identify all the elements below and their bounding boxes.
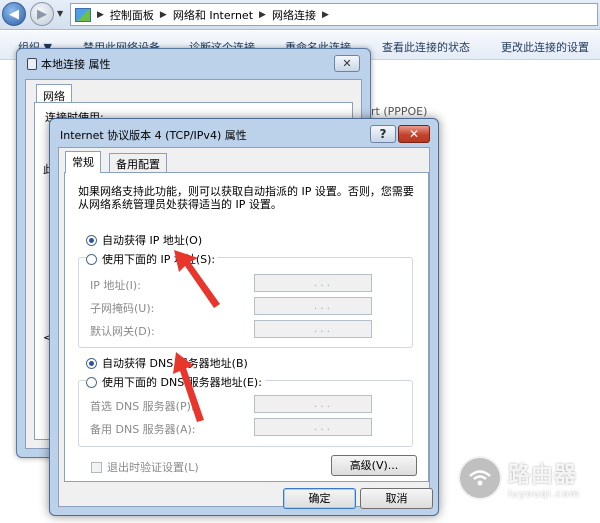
annotation-arrow-icon — [173, 352, 204, 422]
obtain-dns-auto-option[interactable]: 自动获得 DNS 服务器地址(B) — [86, 355, 248, 371]
address-bar: ◀ ▶ ▼ ▶ 控制面板 ▶ 网络和 Internet ▶ 网络连接 ▶ — [0, 0, 600, 30]
control-panel-icon — [75, 7, 91, 22]
checkbox-label: 退出时验证设置(L) — [107, 461, 199, 474]
breadcrumb-separator-icon[interactable]: ▶ — [259, 10, 266, 20]
forward-button[interactable]: ▶ — [30, 2, 54, 26]
dialog-body: 常规 备用配置 如果网络支持此功能，则可以获取自动指派的 IP 设置。否则，您需… — [58, 147, 433, 509]
general-tab-pane: 如果网络支持此功能，则可以获取自动指派的 IP 设置。否则，您需要从网络系统管理… — [64, 172, 429, 482]
breadcrumb-network-internet[interactable]: 网络和 Internet — [173, 7, 253, 23]
default-gateway-field[interactable]: . . . — [254, 320, 372, 338]
forward-arrow-icon: ▶ — [37, 6, 47, 22]
validate-on-exit-option[interactable]: 退出时验证设置(L) — [91, 459, 199, 475]
close-button[interactable]: ✕ — [334, 55, 360, 72]
change-settings-button[interactable]: 更改此连接的设置 — [501, 39, 589, 55]
cancel-button[interactable]: 取消 — [360, 488, 433, 509]
ipv4-properties-dialog: Internet 协议版本 4 (TCP/IPv4) 属性 ? ✕ 常规 备用配… — [49, 118, 439, 516]
advanced-button[interactable]: 高级(V)... — [331, 455, 417, 476]
watermark: 路由器 luyouqi.com — [458, 456, 580, 500]
radio-button[interactable] — [86, 253, 97, 265]
network-adapter-icon — [27, 58, 37, 70]
preferred-dns-field[interactable]: . . . — [254, 395, 372, 413]
back-arrow-icon: ◀ — [9, 6, 19, 22]
dialog-title: Internet 协议版本 4 (TCP/IPv4) 属性 — [60, 129, 247, 142]
subnet-mask-field[interactable]: . . . — [254, 297, 372, 315]
annotation-arrow-icon — [174, 250, 220, 308]
tab-general[interactable]: 常规 — [65, 151, 101, 173]
ip-address-label: IP 地址(I): — [90, 279, 141, 292]
back-button[interactable]: ◀ — [2, 2, 26, 26]
close-button[interactable]: ✕ — [398, 125, 430, 143]
breadcrumb-network-connections[interactable]: 网络连接 — [272, 7, 316, 23]
arrow-shape — [173, 352, 204, 422]
breadcrumb-separator-icon[interactable]: ▶ — [322, 10, 329, 20]
default-gateway-label: 默认网关(D): — [90, 325, 155, 338]
ok-button[interactable]: 确定 — [283, 488, 356, 509]
address-field[interactable]: ▶ 控制面板 ▶ 网络和 Internet ▶ 网络连接 ▶ — [70, 3, 598, 26]
radio-button[interactable] — [86, 357, 97, 369]
dialog-title: 本地连接 属性 — [27, 56, 111, 72]
view-status-button[interactable]: 查看此连接的状态 — [382, 39, 470, 55]
breadcrumb-separator-icon[interactable]: ▶ — [160, 10, 167, 20]
help-button[interactable]: ? — [370, 125, 396, 143]
router-logo-icon — [458, 456, 502, 500]
connection-list-fragment: rt (PPPOE) — [371, 105, 428, 118]
description-text: 如果网络支持此功能，则可以获取自动指派的 IP 设置。否则，您需要从网络系统管理… — [78, 185, 414, 211]
checkbox[interactable] — [91, 461, 102, 473]
radio-button[interactable] — [86, 234, 97, 246]
arrow-shape — [174, 250, 220, 308]
tab-alternate-configuration[interactable]: 备用配置 — [109, 153, 167, 173]
watermark-subtitle: luyouqi.com — [508, 488, 581, 500]
breadcrumb-separator-icon[interactable]: ▶ — [97, 10, 104, 20]
alternate-dns-field[interactable]: . . . — [254, 418, 372, 436]
dialog-title-text: 本地连接 属性 — [41, 58, 111, 71]
watermark-title: 路由器 — [508, 462, 578, 488]
breadcrumb-control-panel[interactable]: 控制面板 — [110, 7, 154, 23]
history-dropdown-icon[interactable]: ▼ — [57, 9, 63, 18]
radio-button[interactable] — [86, 376, 97, 388]
ip-address-field[interactable]: . . . — [254, 274, 372, 292]
subnet-mask-label: 子网掩码(U): — [90, 302, 155, 315]
router-wifi-icon — [469, 470, 491, 486]
